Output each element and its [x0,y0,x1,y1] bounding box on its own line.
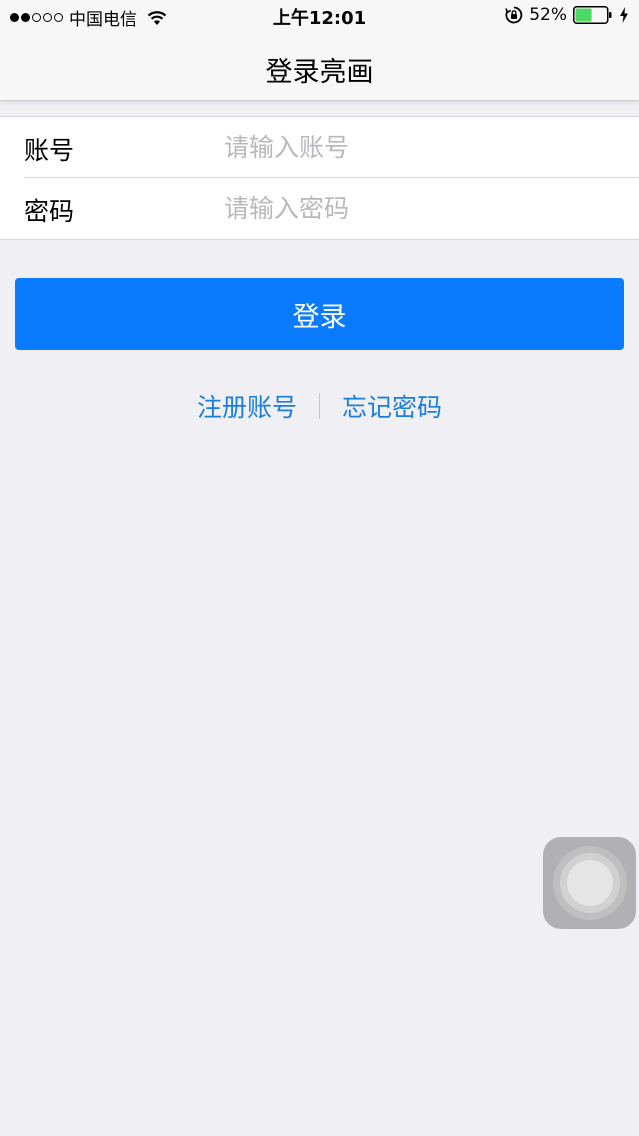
navigation-bar: 登录亮画 [0,30,639,101]
auth-links: 注册账号 忘记密码 [0,388,639,424]
login-form: 账号 密码 [0,116,639,240]
account-row: 账号 [0,117,639,178]
assistive-touch-icon[interactable] [543,837,636,929]
status-bar: 中国电信 上午12:01 52% [0,0,639,30]
password-row: 密码 [0,178,639,238]
rotation-lock-icon [505,6,523,24]
charging-bolt-icon [620,7,628,23]
status-right: 52% [505,5,629,25]
password-label: 密码 [24,197,75,226]
account-input[interactable] [224,127,604,167]
battery-icon [573,6,612,24]
link-separator [319,393,320,419]
page-title: 登录亮画 [265,57,374,88]
forgot-password-link[interactable]: 忘记密码 [342,388,442,424]
account-label: 账号 [24,136,75,165]
register-link[interactable]: 注册账号 [197,388,297,424]
battery-percent: 52% [529,5,567,25]
login-button[interactable]: 登录 [15,278,624,350]
password-input[interactable] [224,188,604,228]
